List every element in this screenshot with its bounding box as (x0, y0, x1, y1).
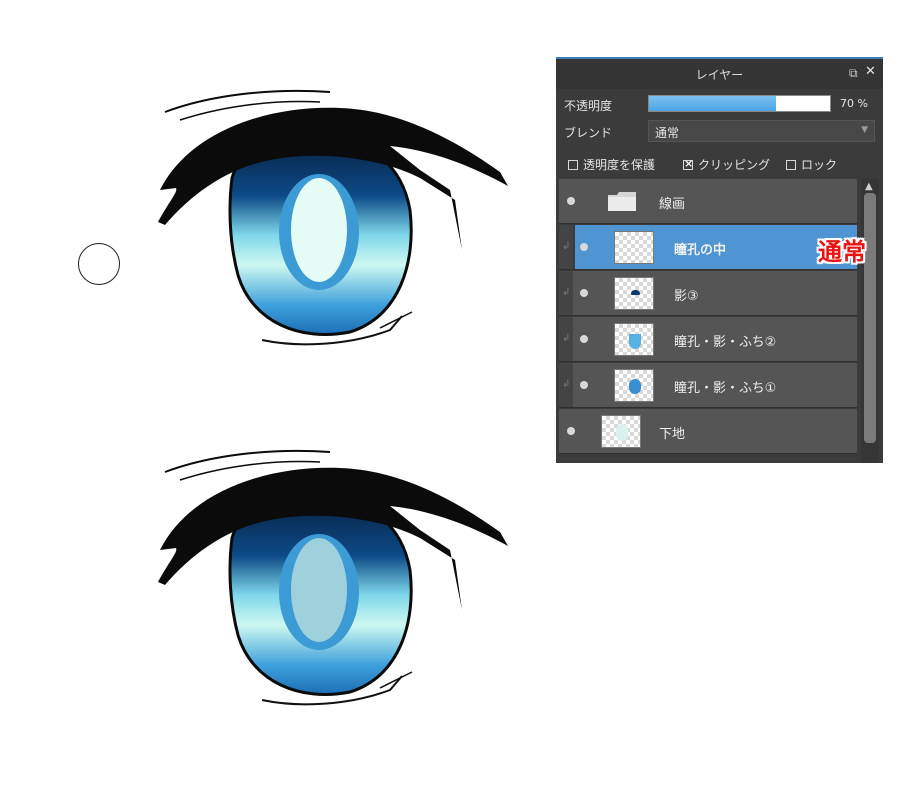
layer-thumbnail (614, 323, 654, 356)
visibility-eye-icon[interactable] (567, 197, 575, 205)
layer-item-folder[interactable]: 線画 (559, 179, 857, 224)
popout-icon[interactable]: ⧉ (849, 66, 863, 80)
layers-scrollbar[interactable]: ▲ (861, 179, 879, 463)
layers-list: 線画 ↲ 瞳孔の中 ↲ 影③ ↲ 瞳孔・影・ふち② ↲ 瞳孔・影・ふち① 下地 (559, 179, 857, 463)
checkbox-icon (568, 159, 578, 170)
opacity-slider[interactable] (648, 95, 831, 112)
layer-item-selected[interactable]: ↲ 瞳孔の中 (559, 225, 857, 270)
layer-name: 線画 (659, 197, 686, 212)
clipping-arrow-icon: ↲ (562, 333, 571, 344)
visibility-eye-icon[interactable] (567, 427, 575, 435)
layer-thumbnail (614, 277, 654, 310)
layer-thumbnail (601, 415, 641, 448)
visibility-eye-icon[interactable] (580, 381, 588, 389)
clipping-checkbox[interactable]: クリッピング (683, 156, 770, 173)
layer-name: 瞳孔・影・ふち① (674, 381, 777, 396)
clip-band: ↲ (559, 317, 573, 361)
layer-name: 下地 (659, 427, 686, 442)
clipping-label: クリッピング (698, 158, 771, 172)
clip-band: ↲ (559, 225, 573, 269)
opacity-label: 不透明度 (564, 99, 613, 113)
eye-illustration-bottom (158, 449, 508, 706)
scrollbar-thumb[interactable] (864, 193, 876, 443)
close-icon[interactable]: ✕ (865, 65, 879, 79)
protect-alpha-checkbox[interactable]: 透明度を保護 (568, 156, 655, 173)
layer-item[interactable]: ↲ 影③ (559, 271, 857, 316)
blend-mode-callout: 通常 (818, 238, 866, 266)
clip-band: ↲ (559, 271, 573, 315)
scroll-up-icon[interactable]: ▲ (865, 181, 873, 192)
layer-name: 影③ (674, 289, 699, 304)
visibility-eye-icon[interactable] (580, 289, 588, 297)
layer-item[interactable]: ↲ 瞳孔・影・ふち② (559, 317, 857, 362)
blend-label: ブレンド (564, 126, 613, 140)
layer-item[interactable]: ↲ 瞳孔・影・ふち① (559, 363, 857, 408)
visibility-eye-icon[interactable] (580, 243, 588, 251)
clipping-arrow-icon: ↲ (562, 287, 571, 298)
lock-checkbox[interactable]: ロック (786, 156, 837, 173)
layer-thumbnail (614, 231, 654, 264)
opacity-value: 70 % (840, 97, 868, 110)
eye-illustration-top (158, 89, 508, 346)
protect-alpha-label: 透明度を保護 (583, 158, 656, 172)
chevron-down-icon: ▼ (861, 125, 868, 135)
blend-mode-value: 通常 (655, 126, 680, 140)
layer-name: 瞳孔の中 (674, 243, 727, 258)
clip-band: ↲ (559, 363, 573, 407)
layer-thumbnail (614, 369, 654, 402)
lock-label: ロック (801, 158, 838, 172)
clipping-arrow-icon: ↲ (562, 241, 571, 252)
visibility-eye-icon[interactable] (580, 335, 588, 343)
clipping-arrow-icon: ↲ (562, 379, 571, 390)
brush-cursor (78, 243, 120, 285)
blend-mode-select[interactable]: 通常 ▼ (648, 120, 875, 142)
layer-name: 瞳孔・影・ふち② (674, 335, 777, 350)
layer-item[interactable]: 下地 (559, 409, 857, 454)
panel-header: レイヤー ⧉ ✕ (556, 59, 883, 89)
checkbox-checked-icon (683, 157, 693, 170)
opacity-slider-fill (649, 96, 776, 111)
panel-title: レイヤー (695, 68, 744, 82)
folder-icon (608, 192, 636, 211)
checkbox-icon (786, 159, 796, 170)
